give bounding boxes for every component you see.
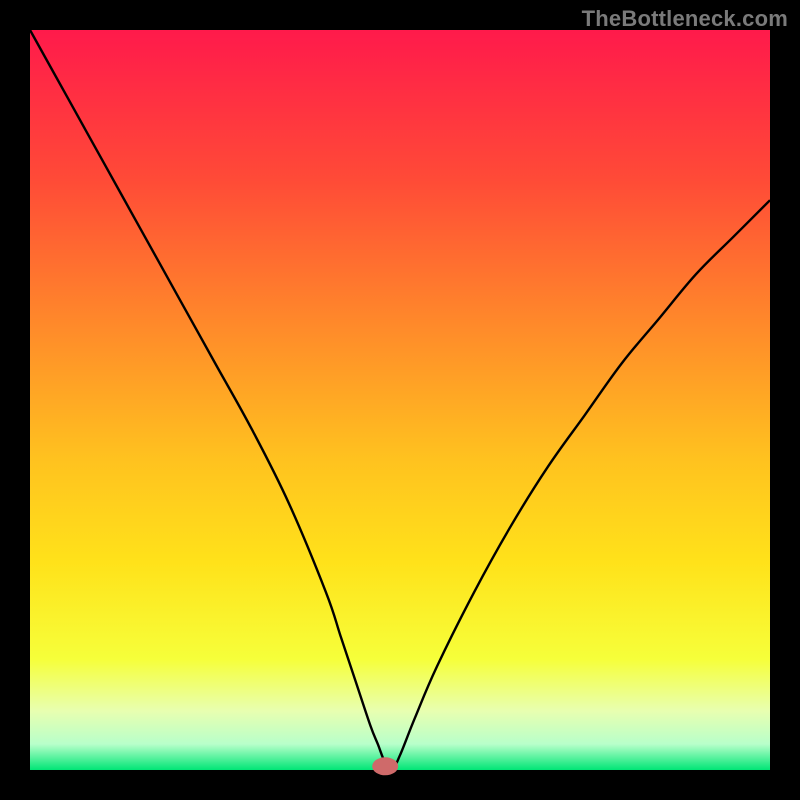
outer-frame: TheBottleneck.com — [0, 0, 800, 800]
optimal-point-marker — [372, 757, 398, 775]
plot-background — [30, 30, 770, 770]
watermark-text: TheBottleneck.com — [582, 6, 788, 32]
bottleneck-chart — [0, 0, 800, 800]
